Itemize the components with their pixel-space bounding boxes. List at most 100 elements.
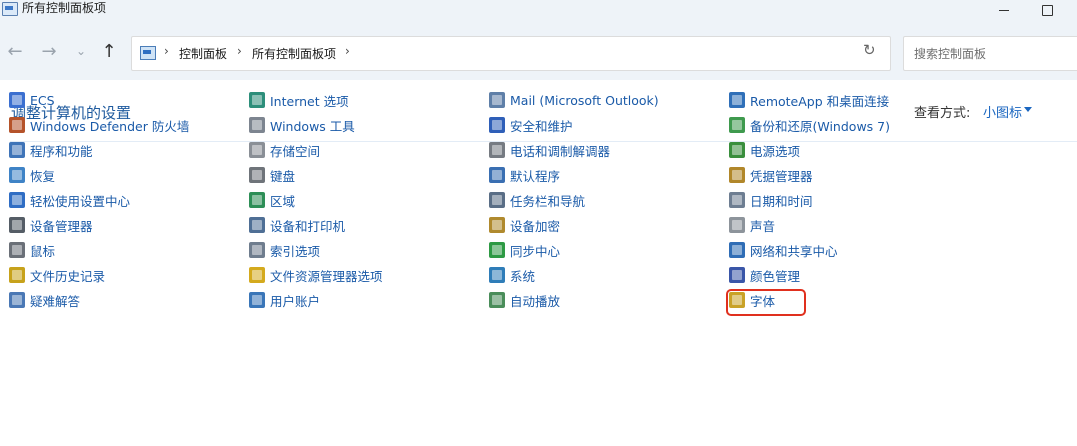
control-panel-item-label: 默认程序 xyxy=(510,168,561,184)
control-panel-item[interactable]: 同步中心 xyxy=(489,239,560,261)
control-panel-item[interactable]: Windows 工具 xyxy=(249,114,355,136)
control-panel-item-label: 程序和功能 xyxy=(30,143,93,159)
file-history-icon xyxy=(9,267,25,283)
control-panel-item[interactable]: Windows Defender 防火墙 xyxy=(9,114,189,136)
remoteapp-icon xyxy=(729,92,745,108)
control-panel-item-label: 恢复 xyxy=(30,168,56,184)
encryption-key-icon xyxy=(489,217,505,233)
control-panel-item[interactable]: 备份和还原(Windows 7) xyxy=(729,114,890,136)
control-panel-item-label: 同步中心 xyxy=(510,243,561,259)
programs-icon xyxy=(9,142,25,158)
up-level-button[interactable]: ↑ xyxy=(98,40,120,62)
control-panel-item[interactable]: 文件历史记录 xyxy=(9,264,105,286)
control-panel-item-label: 用户账户 xyxy=(270,293,321,309)
control-panel-item-label: 凭据管理器 xyxy=(750,168,813,184)
control-panel-item[interactable]: 网络和共享中心 xyxy=(729,239,838,261)
recent-locations-chevron-icon[interactable]: ⌄ xyxy=(70,40,92,62)
power-options-icon xyxy=(729,142,745,158)
control-panel-item-label: 系统 xyxy=(510,268,536,284)
control-panel-item[interactable]: Mail (Microsoft Outlook) xyxy=(489,89,659,111)
control-panel-item-label: 键盘 xyxy=(270,168,296,184)
control-panel-item[interactable]: 电话和调制解调器 xyxy=(489,139,610,161)
control-panel-item[interactable]: 存储空间 xyxy=(249,139,320,161)
control-panel-item[interactable]: 索引选项 xyxy=(249,239,320,261)
window-title: 所有控制面板项 xyxy=(22,1,107,15)
control-panel-item[interactable]: 自动播放 xyxy=(489,289,560,311)
control-panel-item[interactable]: 安全和维护 xyxy=(489,114,573,136)
network-sharing-icon xyxy=(729,242,745,258)
control-panel-item[interactable]: 键盘 xyxy=(249,164,295,186)
breadcrumb-separator[interactable]: › xyxy=(345,44,350,58)
breadcrumb-separator[interactable]: › xyxy=(164,44,169,58)
breadcrumb-control-panel[interactable]: 控制面板 xyxy=(179,45,227,62)
control-panel-item-label: 存储空间 xyxy=(270,143,321,159)
minimize-button[interactable] xyxy=(989,0,1019,20)
control-panel-item[interactable]: Internet 选项 xyxy=(249,89,349,111)
breadcrumb-all-items[interactable]: 所有控制面板项 xyxy=(252,45,336,62)
control-panel-item[interactable]: ECS xyxy=(9,89,55,111)
control-panel-item[interactable]: 声音 xyxy=(729,214,775,236)
control-panel-item[interactable]: 鼠标 xyxy=(9,239,55,261)
system-icon xyxy=(489,267,505,283)
control-panel-icon xyxy=(140,46,156,60)
control-panel-item-label: 安全和维护 xyxy=(510,118,573,134)
search-placeholder: 搜索控制面板 xyxy=(914,47,987,61)
control-panel-item[interactable]: 轻松使用设置中心 xyxy=(9,189,130,211)
breadcrumb-separator[interactable]: › xyxy=(237,44,242,58)
control-panel-item-label: Windows 工具 xyxy=(270,118,355,134)
control-panel-item-label: Windows Defender 防火墙 xyxy=(30,118,190,134)
control-panel-item[interactable]: 凭据管理器 xyxy=(729,164,813,186)
control-panel-item[interactable]: 程序和功能 xyxy=(9,139,93,161)
security-flag-icon xyxy=(489,117,505,133)
control-panel-item[interactable]: 恢复 xyxy=(9,164,55,186)
control-panel-item-label: 设备和打印机 xyxy=(270,218,346,234)
control-panel-item[interactable]: 颜色管理 xyxy=(729,264,800,286)
sound-icon xyxy=(729,217,745,233)
control-panel-item[interactable]: RemoteApp 和桌面连接 xyxy=(729,89,889,111)
back-button[interactable]: ← xyxy=(4,40,26,62)
navigation-bar: ← → ⌄ ↑ › 控制面板 › 所有控制面板项 › ⌄ ↻ 搜索控制面板 xyxy=(0,24,1077,80)
control-panel-item-label: 网络和共享中心 xyxy=(750,243,838,259)
control-panel-item-label: RemoteApp 和桌面连接 xyxy=(750,93,890,109)
credential-manager-icon xyxy=(729,167,745,183)
control-panel-item-label: 声音 xyxy=(750,218,776,234)
control-panel-item[interactable]: 设备和打印机 xyxy=(249,214,345,236)
control-panel-item[interactable]: 电源选项 xyxy=(729,139,800,161)
address-bar[interactable]: › 控制面板 › 所有控制面板项 › ⌄ xyxy=(131,36,970,71)
control-panel-item-label: 文件资源管理器选项 xyxy=(270,268,383,284)
view-by-label: 查看方式: xyxy=(914,106,971,121)
control-panel-item[interactable]: 任务栏和导航 xyxy=(489,189,585,211)
control-panel-item[interactable]: 用户账户 xyxy=(249,289,320,311)
control-panel-item-label: 文件历史记录 xyxy=(30,268,106,284)
control-panel-item-label: 备份和还原(Windows 7) xyxy=(750,118,890,134)
control-panel-item[interactable]: 区域 xyxy=(249,189,295,211)
control-panel-item-label: 区域 xyxy=(270,193,296,209)
control-panel-item[interactable]: 设备加密 xyxy=(489,214,560,236)
autoplay-icon xyxy=(489,292,505,308)
view-by-dropdown[interactable]: 小图标 xyxy=(983,102,1022,121)
control-panel-item[interactable]: 日期和时间 xyxy=(729,189,813,211)
control-panel-item[interactable]: 默认程序 xyxy=(489,164,560,186)
control-panel-item-label: 索引选项 xyxy=(270,243,321,259)
phone-modem-icon xyxy=(489,142,505,158)
control-panel-item[interactable]: 疑难解答 xyxy=(9,289,80,311)
internet-options-icon xyxy=(249,92,265,108)
control-panel-item-label: Mail (Microsoft Outlook) xyxy=(510,92,659,108)
device-manager-icon xyxy=(9,217,25,233)
control-panel-item[interactable]: 系统 xyxy=(489,264,535,286)
color-management-icon xyxy=(729,267,745,283)
view-by-caret-icon[interactable] xyxy=(1024,107,1032,112)
user-accounts-icon xyxy=(249,292,265,308)
maximize-button[interactable] xyxy=(1032,0,1062,20)
sound-highlight-box xyxy=(726,289,806,316)
control-panel-item-label: 电源选项 xyxy=(750,143,801,159)
control-panel-item[interactable]: 设备管理器 xyxy=(9,214,93,236)
keyboard-icon xyxy=(249,167,265,183)
forward-button[interactable]: → xyxy=(38,40,60,62)
control-panel-item[interactable]: 文件资源管理器选项 xyxy=(249,264,383,286)
refresh-icon[interactable]: ↻ xyxy=(863,41,876,59)
explorer-options-icon xyxy=(249,267,265,283)
region-icon xyxy=(249,192,265,208)
search-input[interactable]: 搜索控制面板 xyxy=(903,36,1077,71)
ecs-icon xyxy=(9,92,25,108)
